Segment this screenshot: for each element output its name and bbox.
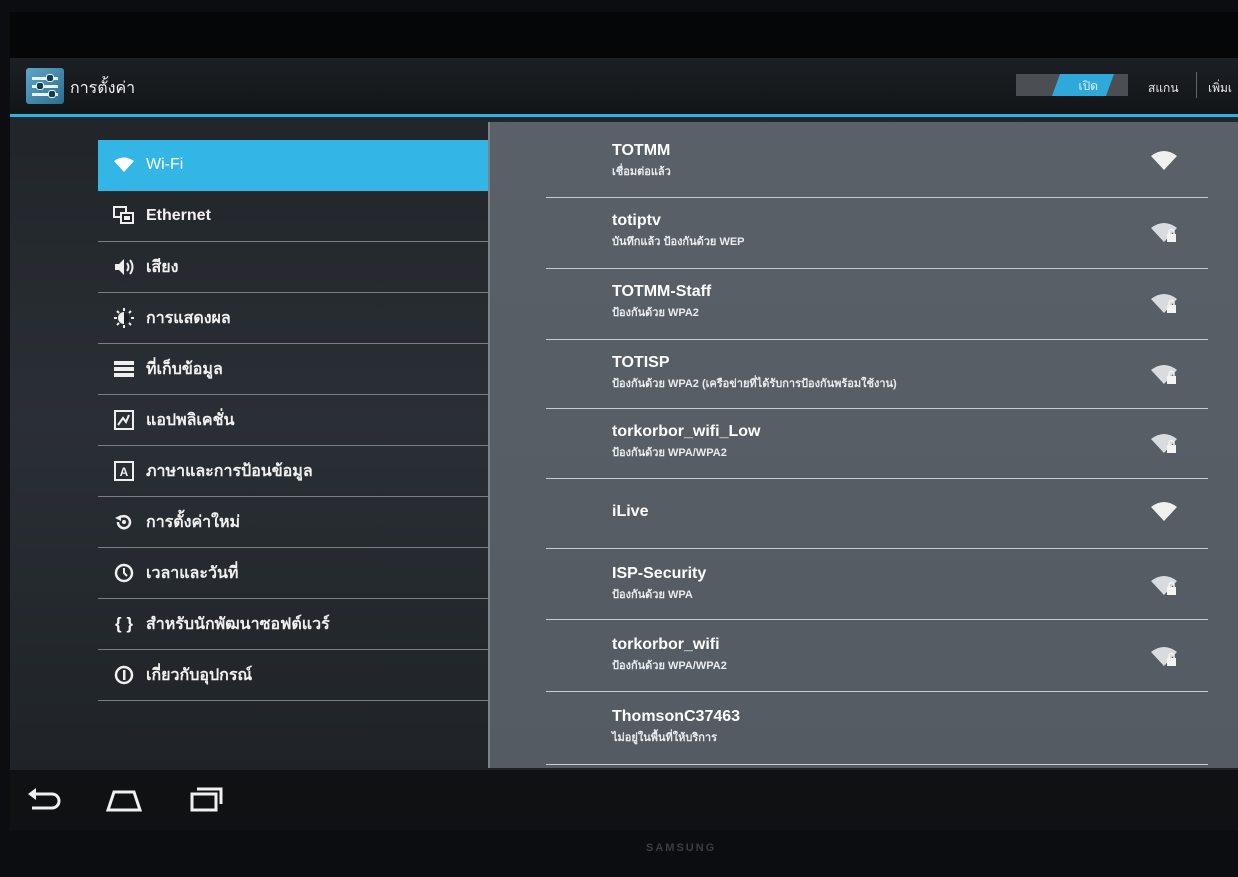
network-name: TOTMM: [612, 142, 671, 159]
sidebar-item-label: ภาษาและการป้อนข้อมูล: [146, 462, 313, 480]
wifi-network-item[interactable]: ThomsonC37463 ไม่อยู่ในพื้นที่ให้บริการ: [546, 692, 1208, 765]
network-status: ป้องกันด้วย WPA/WPA2: [612, 660, 727, 672]
network-status: ป้องกันด้วย WPA: [612, 589, 693, 601]
sidebar-item-sound[interactable]: เสียง: [98, 242, 490, 293]
wifi-network-item[interactable]: totiptv บันทึกแล้ว ป้องกันด้วย WEP: [546, 198, 1208, 269]
wifi-icon: [112, 153, 136, 177]
back-icon[interactable]: [24, 784, 64, 814]
wifi-lock-icon: [1151, 294, 1177, 313]
sidebar-item-reset[interactable]: การตั้งค่าใหม่: [98, 497, 490, 548]
network-name: torkorbor_wifi_Low: [612, 423, 761, 440]
network-name: TOTMM-Staff: [612, 283, 712, 300]
toggle-label: เปิด: [1078, 79, 1098, 93]
network-status: ไม่อยู่ในพื้นที่ให้บริการ: [612, 732, 718, 744]
wifi-network-list: TOTMM เชื่อมต่อแล้ว totiptv บันทึกแล้ว ป…: [546, 140, 1208, 765]
network-status: เชื่อมต่อแล้ว: [612, 166, 671, 178]
wifi-network-item[interactable]: TOTMM-Staff ป้องกันด้วย WPA2: [546, 269, 1208, 340]
sidebar-item-label: Ethernet: [146, 207, 211, 224]
recents-icon[interactable]: [186, 784, 226, 814]
sidebar-item-label: แอปพลิเคชั่น: [146, 411, 235, 429]
wifi-signal-icon: [1151, 502, 1177, 521]
wifi-toggle[interactable]: เปิด: [1016, 74, 1128, 96]
sidebar-item-label: สำหรับนักพัฒนาซอฟต์แวร์: [146, 615, 330, 633]
sidebar-item-label: การตั้งค่าใหม่: [146, 513, 241, 531]
wifi-lock-icon: [1151, 576, 1177, 595]
sidebar-item-storage[interactable]: ที่เก็บข้อมูล: [98, 344, 490, 395]
wifi-network-item[interactable]: iLive: [546, 479, 1208, 549]
scan-button[interactable]: สแกน: [1148, 79, 1179, 98]
network-name: torkorbor_wifi: [612, 636, 720, 653]
wifi-network-item[interactable]: torkorbor_wifi ป้องกันด้วย WPA/WPA2: [546, 620, 1208, 692]
ethernet-icon: [112, 204, 136, 228]
add-network-button[interactable]: เพิ่มเ: [1208, 79, 1232, 98]
network-status: ป้องกันด้วย WPA2 (เครือข่ายที่ได้รับการป…: [612, 378, 897, 390]
wifi-network-item[interactable]: torkorbor_wifi_Low ป้องกันด้วย WPA/WPA2: [546, 409, 1208, 479]
network-status: ป้องกันด้วย WPA2: [612, 307, 699, 319]
sidebar-item-datetime[interactable]: เวลาและวันที่: [98, 548, 490, 599]
wifi-network-item[interactable]: TOTMM เชื่อมต่อแล้ว: [546, 140, 1208, 198]
tablet-screen: การตั้งค่า เปิด สแกน เพิ่มเ Wi-Fi Ethern…: [10, 12, 1238, 830]
sidebar-item-developer[interactable]: { } สำหรับนักพัฒนาซอฟต์แวร์: [98, 599, 490, 650]
network-name: TOTISP: [612, 354, 670, 371]
display-icon: [112, 306, 136, 330]
clock-icon: [112, 561, 136, 585]
sidebar-item-label: เกี่ยวกับอุปกรณ์: [146, 666, 253, 684]
sidebar-item-ethernet[interactable]: Ethernet: [98, 191, 490, 242]
divider: [1196, 72, 1197, 98]
wifi-lock-icon: [1151, 223, 1177, 242]
sidebar-item-label: เวลาและวันที่: [146, 564, 239, 582]
network-status: บันทึกแล้ว ป้องกันด้วย WEP: [612, 236, 745, 248]
network-name: ISP-Security: [612, 565, 707, 582]
sidebar-item-label: การแสดงผล: [146, 309, 231, 327]
page-title: การตั้งค่า: [70, 80, 136, 97]
wifi-lock-icon: [1151, 434, 1177, 453]
network-status: ป้องกันด้วย WPA/WPA2: [612, 447, 727, 459]
sidebar-item-about[interactable]: เกี่ยวกับอุปกรณ์: [98, 650, 490, 701]
settings-sidebar: Wi-Fi Ethernet เสียง การแสดงผล ที่เก็บข้…: [98, 140, 490, 701]
info-icon: [112, 663, 136, 687]
language-icon: A: [112, 459, 136, 483]
sidebar-item-wifi[interactable]: Wi-Fi: [98, 140, 490, 191]
wifi-lock-icon: [1151, 647, 1177, 666]
sidebar-item-apps[interactable]: แอปพลิเคชั่น: [98, 395, 490, 446]
home-icon[interactable]: [104, 784, 144, 814]
settings-app-icon[interactable]: [26, 68, 64, 104]
wifi-network-item[interactable]: ISP-Security ป้องกันด้วย WPA: [546, 549, 1208, 620]
wifi-lock-icon: [1151, 365, 1177, 384]
network-name: iLive: [612, 503, 649, 520]
network-name: totiptv: [612, 212, 661, 229]
speaker-icon: [112, 255, 136, 279]
status-bar-area: [10, 12, 1238, 58]
apps-icon: [112, 408, 136, 432]
sidebar-item-display[interactable]: การแสดงผล: [98, 293, 490, 344]
wifi-network-list-panel: TOTMM เชื่อมต่อแล้ว totiptv บันทึกแล้ว ป…: [488, 122, 1238, 768]
sidebar-item-language[interactable]: A ภาษาและการป้อนข้อมูล: [98, 446, 490, 497]
storage-icon: [112, 357, 136, 381]
sidebar-item-label: เสียง: [146, 258, 179, 276]
svg-text:A: A: [120, 465, 129, 479]
reset-icon: [112, 510, 136, 534]
wifi-signal-icon: [1151, 151, 1177, 170]
developer-icon: { }: [115, 614, 133, 633]
wifi-network-item[interactable]: TOTISP ป้องกันด้วย WPA2 (เครือข่ายที่ได้…: [546, 340, 1208, 409]
sidebar-item-label: Wi-Fi: [146, 156, 184, 173]
action-bar: การตั้งค่า เปิด สแกน เพิ่มเ: [10, 58, 1238, 117]
device-brand-logo: SAMSUNG: [646, 842, 717, 854]
network-name: ThomsonC37463: [612, 708, 741, 725]
system-navigation-bar: [10, 770, 1238, 830]
sidebar-item-label: ที่เก็บข้อมูล: [146, 360, 223, 378]
